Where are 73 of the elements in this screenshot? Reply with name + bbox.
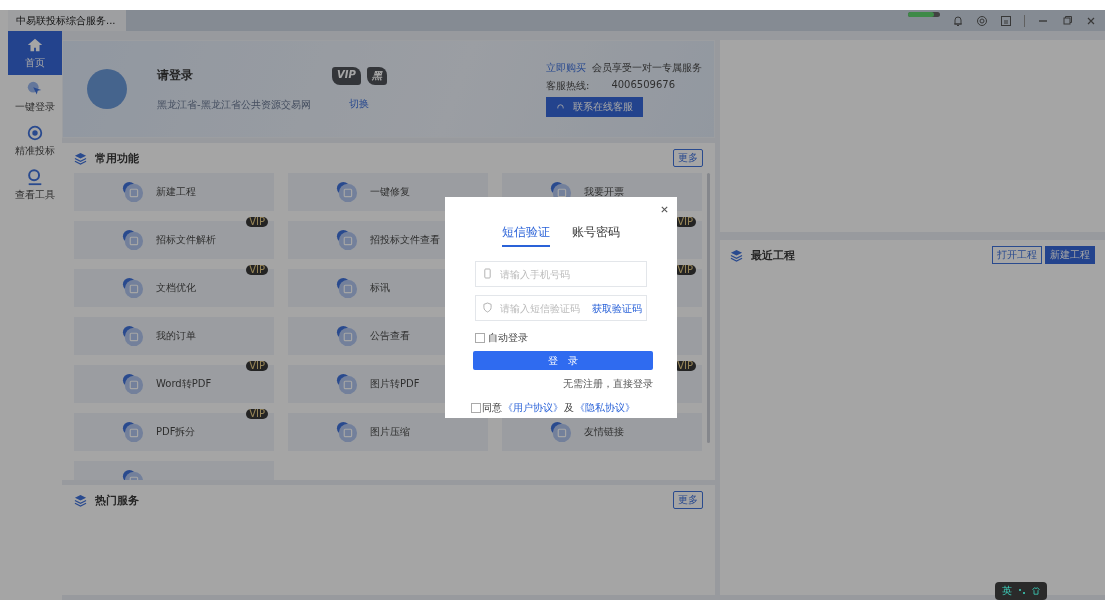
privacy-policy-link[interactable]: 《隐私协议》 <box>575 401 635 415</box>
feature-tile[interactable]: 一键修复 <box>288 173 488 211</box>
feature-icon <box>550 421 572 443</box>
restore-icon[interactable] <box>1061 14 1073 27</box>
phone-field[interactable]: 请输入手机号码 <box>475 261 647 287</box>
layers-icon <box>730 248 743 262</box>
ime-indicator[interactable]: 英 <box>995 582 1047 600</box>
login-prompt[interactable]: 请登录 <box>157 66 307 84</box>
feature-tile[interactable]: 图片压缩 <box>288 413 488 451</box>
conjunction-text: 及 <box>564 401 574 415</box>
window-title[interactable]: 中易联投标综合服务... <box>8 10 126 31</box>
auto-login-label: 自动登录 <box>488 331 528 345</box>
vip-tag: VIP <box>246 409 268 419</box>
feature-icon <box>336 421 358 443</box>
target-icon <box>26 124 44 142</box>
user-agreement-link[interactable]: 《用户协议》 <box>503 401 563 415</box>
login-tab[interactable]: 账号密码 <box>572 224 620 247</box>
promo-text: 会员享受一对一专属服务 <box>592 61 702 75</box>
switch-link[interactable]: 切换 <box>349 97 370 111</box>
hotline-label: 客服热线: <box>546 79 590 93</box>
ime-mode-label: 英 <box>1002 584 1012 598</box>
login-button[interactable]: 登 录 <box>473 351 653 370</box>
shield-icon <box>483 302 492 313</box>
vip-tag: VIP <box>246 217 268 227</box>
blacklist-badge: 黑 <box>366 67 387 85</box>
open-project-button[interactable]: 打开工程 <box>992 246 1042 264</box>
sidebar-item[interactable]: 精准投标 <box>8 119 62 163</box>
no-register-note: 无需注册，直接登录 <box>562 377 653 391</box>
feature-icon <box>122 373 144 395</box>
sidebar-item[interactable]: 查看工具 <box>8 163 62 207</box>
shirt-icon <box>1032 586 1040 596</box>
section-title: 最近工程 <box>751 247 795 263</box>
bell-icon[interactable] <box>952 14 964 27</box>
login-tab[interactable]: 短信验证 <box>502 224 550 247</box>
section-title: 常用功能 <box>95 150 139 166</box>
feature-icon <box>336 181 358 203</box>
home-icon <box>26 36 44 54</box>
feature-icon <box>336 229 358 251</box>
punctuation-icon <box>1018 586 1026 596</box>
hotline-number: 4006509676 <box>611 79 675 92</box>
feature-icon <box>336 373 358 395</box>
agree-label: 同意 <box>482 401 502 415</box>
avatar-icon <box>87 69 127 109</box>
layers-icon <box>74 493 87 507</box>
feature-icon <box>122 325 144 347</box>
agree-checkbox[interactable] <box>471 403 481 413</box>
feature-icon <box>336 277 358 299</box>
feature-icon <box>122 421 144 443</box>
search-icon <box>26 168 44 186</box>
feature-tile[interactable]: 新建工程 <box>74 173 274 211</box>
panel-icon[interactable] <box>1000 14 1012 27</box>
close-icon[interactable] <box>660 205 669 214</box>
vip-tag: VIP <box>246 361 268 371</box>
more-button[interactable]: 更多 <box>673 491 703 509</box>
sidebar-item[interactable]: 一键登录 <box>8 75 62 119</box>
feature-icon <box>336 325 358 347</box>
more-button[interactable]: 更多 <box>673 149 703 167</box>
sidebar-item[interactable]: 首页 <box>8 31 62 75</box>
buy-link[interactable]: 立即购买 <box>546 61 586 75</box>
online-service-button[interactable]: 联系在线客服 <box>546 97 643 117</box>
feature-icon <box>122 229 144 251</box>
phone-icon <box>483 268 492 279</box>
vip-tag: VIP <box>246 265 268 275</box>
feature-icon <box>122 277 144 299</box>
layers-icon <box>74 151 87 165</box>
new-project-button[interactable]: 新建工程 <box>1045 246 1095 264</box>
settings-icon[interactable] <box>976 14 988 27</box>
feature-tile[interactable]: 我的订单 <box>74 317 274 355</box>
vip-badge: VIP <box>332 67 361 85</box>
section-title: 热门服务 <box>95 492 139 508</box>
get-code-link[interactable]: 获取验证码 <box>592 302 642 316</box>
feature-icon <box>122 181 144 203</box>
auto-login-checkbox[interactable] <box>475 333 485 343</box>
